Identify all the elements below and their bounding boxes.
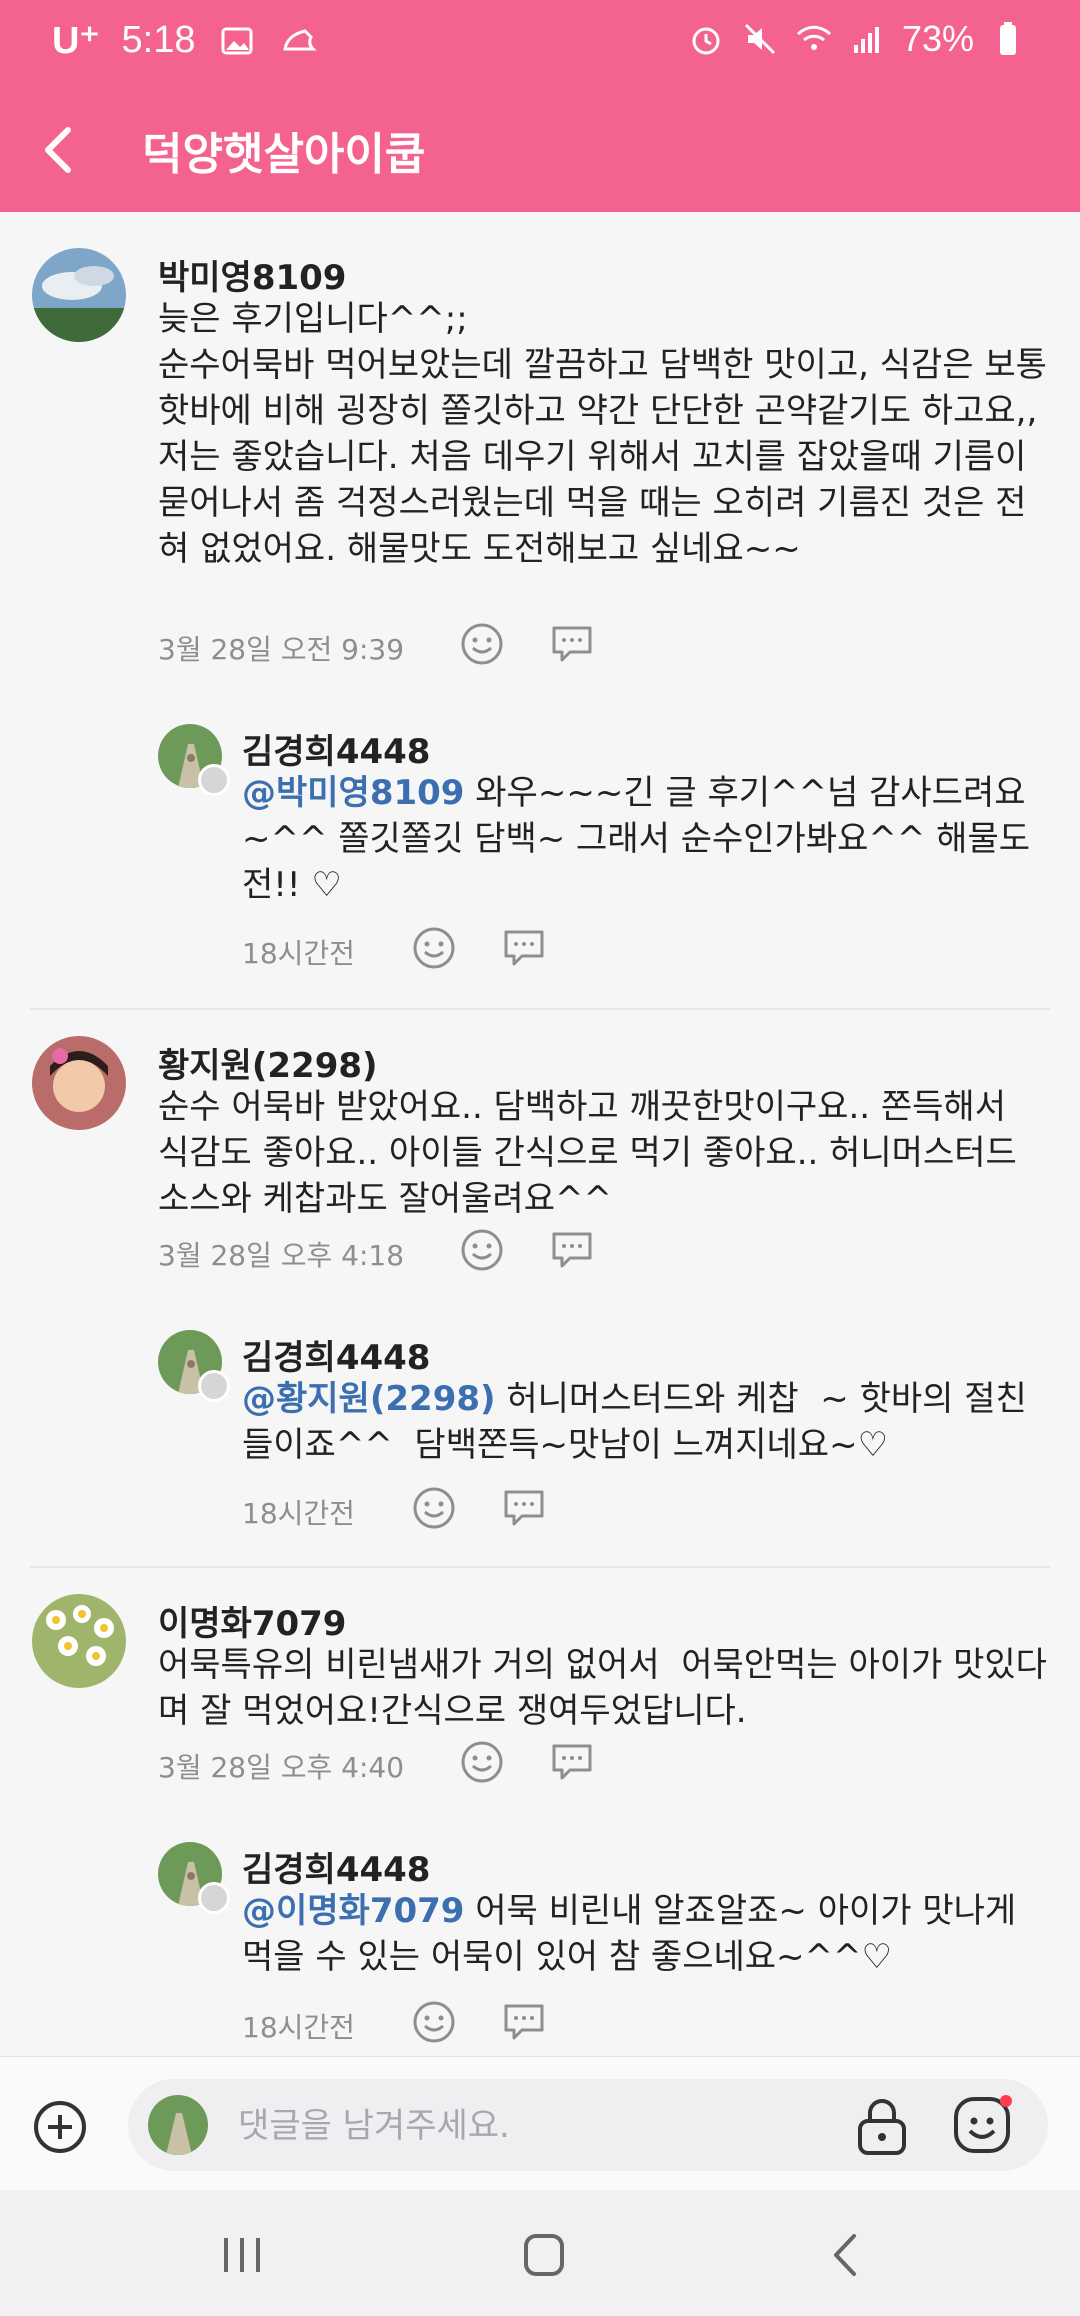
reply-bubble-icon[interactable] [550,1740,594,1784]
reply-mention[interactable]: @박미영8109 [242,773,464,813]
reply-author[interactable]: 김경희4448 [242,724,430,773]
system-nav-bar [0,2190,1080,2316]
comment-author[interactable]: 박미영8109 [158,250,346,299]
app-bar: 덕양햇살아이쿱 [0,88,1080,212]
reply-mention[interactable]: @이명화7079 [242,1891,464,1931]
smile-icon[interactable] [412,2000,456,2044]
plus-circle-icon[interactable] [32,2099,88,2155]
carrier-label: U⁺ [52,20,100,62]
divider [30,1008,1050,1010]
clock: 5:18 [121,19,196,61]
comment-time: 3월 28일 오후 4:18 [158,1239,405,1272]
avatar[interactable] [32,1594,126,1688]
reply-mention[interactable]: @황지원(2298) [242,1379,496,1419]
reply-time: 18시간전 [242,2011,355,2044]
reply-bubble-icon[interactable] [550,1228,594,1272]
smile-icon[interactable] [412,926,456,970]
signal-icon [853,27,879,53]
home-icon[interactable] [514,2230,574,2280]
gallery-icon [221,27,253,54]
comment-author[interactable]: 황지원(2298) [158,1038,378,1087]
smile-icon[interactable] [412,1486,456,1530]
reply-text: @박미영8109 와우~~~긴 글 후기^^넘 감사드려요~^^ 쫄깃쫄깃 담백… [242,770,1048,908]
crown-badge-icon [198,764,230,796]
my-avatar [148,2095,208,2155]
emoji-icon[interactable] [950,2091,1016,2157]
comment-author[interactable]: 이명화7079 [158,1596,346,1645]
sneaker-icon [283,28,318,50]
battery-icon [1000,22,1016,55]
comment-input-wrapper [128,2079,1048,2171]
reply-bubble-icon[interactable] [550,622,594,666]
page-title: 덕양햇살아이쿱 [142,129,426,180]
smile-icon[interactable] [460,622,504,666]
reply-time: 18시간전 [242,1497,355,1530]
avatar[interactable] [32,248,126,342]
back-icon[interactable] [816,2230,876,2280]
reply-bubble-icon[interactable] [502,926,546,970]
smile-icon[interactable] [460,1740,504,1784]
status-bar: U⁺ 5:18 73% [0,0,1080,88]
smile-icon[interactable] [460,1228,504,1272]
comment-text: 어묵특유의 비린냄새가 거의 없어서 어묵안먹는 아이가 맛있다며 잘 먹었어요… [158,1645,1047,1731]
back-chevron-icon[interactable] [30,116,90,184]
reply-text: @이명화7079 어묵 비린내 알죠알죠~ 아이가 맛나게 먹을 수 있는 어묵… [242,1888,1048,1980]
comment-composer [0,2056,1080,2191]
avatar[interactable] [32,1036,126,1130]
comment-text: 늦은 후기입니다^^;; 순수어묵바 먹어보았는데 깔끔하고 담백한 맛이고, … [158,299,1047,569]
reply-bubble-icon[interactable] [502,2000,546,2044]
reply-author[interactable]: 김경희4448 [242,1842,430,1891]
reply-time: 18시간전 [242,937,355,970]
comment-time: 3월 28일 오전 9:39 [158,633,405,666]
wifi-icon [796,25,831,50]
crown-badge-icon [198,1882,230,1914]
comment-time: 3월 28일 오후 4:40 [158,1751,405,1784]
divider [30,1566,1050,1568]
mute-icon [744,23,775,55]
reply-bubble-icon[interactable] [502,1486,546,1530]
lock-icon[interactable] [850,2093,914,2157]
alarm-icon [692,27,720,55]
recent-apps-icon[interactable] [212,2230,272,2280]
comment-list[interactable]: 박미영8109 늦은 후기입니다^^;; 순수어묵바 먹어보았는데 깔끔하고 담… [0,212,1080,2056]
crown-badge-icon [198,1370,230,1402]
battery-percent: 73% [901,18,974,59]
comment-input[interactable] [236,2093,840,2159]
reply-text: @황지원(2298) 허니머스터드와 케찹 ~ 핫바의 절친들이죠^^ 담백쫀득… [242,1376,1048,1468]
comment-text: 순수 어묵바 받았어요.. 담백하고 깨끗한맛이구요.. 쫀득해서 식감도 좋아… [158,1087,1028,1219]
reply-author[interactable]: 김경희4448 [242,1330,430,1379]
